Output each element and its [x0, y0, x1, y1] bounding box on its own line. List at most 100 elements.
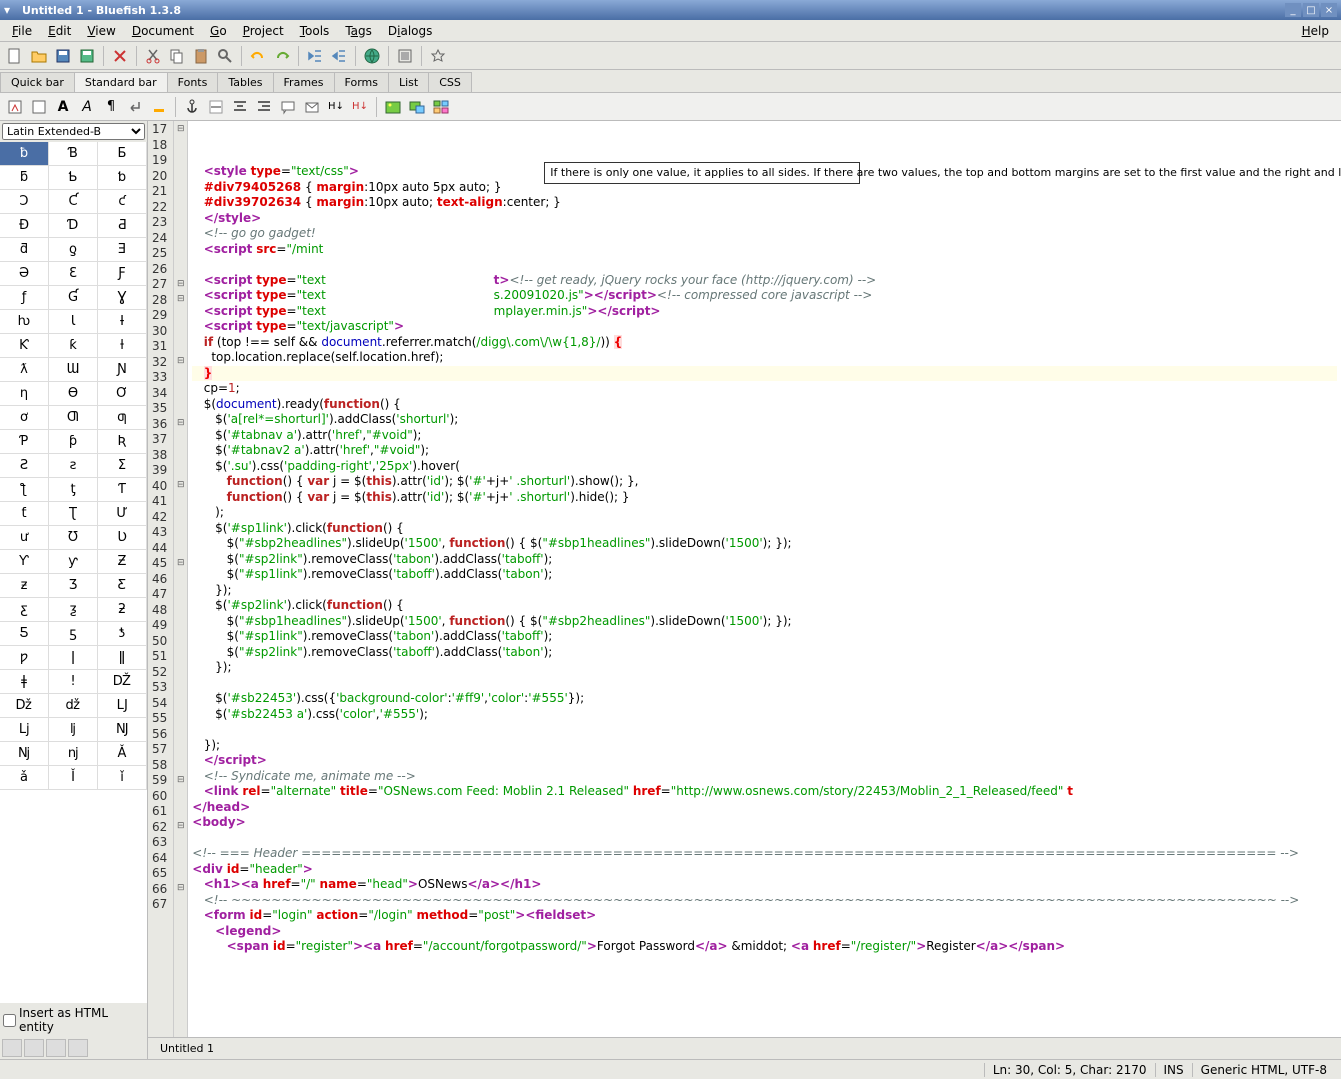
- char-cell[interactable]: Ɲ: [98, 358, 147, 381]
- char-cell[interactable]: ư: [0, 526, 49, 549]
- char-cell[interactable]: ƿ: [0, 646, 49, 669]
- center-icon[interactable]: [229, 96, 251, 118]
- cut-icon[interactable]: [142, 45, 164, 67]
- hrule-icon[interactable]: [205, 96, 227, 118]
- bookmarks-icon[interactable]: [24, 1039, 44, 1057]
- save-icon[interactable]: [52, 45, 74, 67]
- save-as-icon[interactable]: [76, 45, 98, 67]
- new-icon[interactable]: [4, 45, 26, 67]
- char-cell[interactable]: ƣ: [98, 406, 147, 429]
- char-cell[interactable]: ƴ: [49, 550, 98, 573]
- char-cell[interactable]: Ʋ: [98, 526, 147, 549]
- body-icon[interactable]: [28, 96, 50, 118]
- char-cell[interactable]: Ƅ: [49, 166, 98, 189]
- char-cell[interactable]: Ƃ: [98, 142, 147, 165]
- char-cell[interactable]: ƺ: [49, 598, 98, 621]
- menu-dialogs[interactable]: Dialogs: [380, 22, 441, 40]
- charmap-icon[interactable]: [46, 1039, 66, 1057]
- char-cell[interactable]: ƭ: [0, 502, 49, 525]
- find-icon[interactable]: [214, 45, 236, 67]
- tab-forms[interactable]: Forms: [334, 72, 389, 92]
- char-cell[interactable]: Ǉ: [98, 694, 147, 717]
- menu-document[interactable]: Document: [124, 22, 202, 40]
- char-cell[interactable]: Ɨ: [98, 310, 147, 333]
- tab-css[interactable]: CSS: [428, 72, 472, 92]
- char-cell[interactable]: Ơ: [98, 382, 147, 405]
- multi-thumbnail-icon[interactable]: [430, 96, 452, 118]
- char-cell[interactable]: Ɓ: [49, 142, 98, 165]
- char-cell[interactable]: Ʀ: [98, 430, 147, 453]
- char-cell[interactable]: Ƙ: [0, 334, 49, 357]
- menu-tags[interactable]: Tags: [337, 22, 380, 40]
- char-cell[interactable]: Ǝ: [98, 238, 147, 261]
- tab-quick-bar[interactable]: Quick bar: [0, 72, 75, 92]
- menu-go[interactable]: Go: [202, 22, 235, 40]
- snippets-icon[interactable]: [68, 1039, 88, 1057]
- char-cell[interactable]: ƽ: [49, 622, 98, 645]
- char-cell[interactable]: Ǆ: [98, 670, 147, 693]
- char-cell[interactable]: ơ: [0, 406, 49, 429]
- char-cell[interactable]: Ɯ: [49, 358, 98, 381]
- char-cell[interactable]: Ɵ: [49, 382, 98, 405]
- char-cell[interactable]: ƕ: [0, 310, 49, 333]
- char-cell[interactable]: Ɗ: [49, 214, 98, 237]
- char-cell[interactable]: ƛ: [0, 358, 49, 381]
- anchor-icon[interactable]: [181, 96, 203, 118]
- copy-icon[interactable]: [166, 45, 188, 67]
- char-cell[interactable]: ƈ: [98, 190, 147, 213]
- undo-icon[interactable]: [247, 45, 269, 67]
- char-cell[interactable]: ƒ: [0, 286, 49, 309]
- char-cell[interactable]: ƪ: [0, 478, 49, 501]
- fold-column[interactable]: ⊟⊟⊟⊟⊟⊟⊟⊟⊟⊟: [174, 121, 188, 1037]
- char-cell[interactable]: ǆ: [49, 694, 98, 717]
- char-cell[interactable]: Ɖ: [0, 214, 49, 237]
- close-button[interactable]: ×: [1321, 3, 1337, 17]
- char-cell[interactable]: Ʊ: [49, 526, 98, 549]
- char-cell[interactable]: ƻ: [98, 598, 147, 621]
- code-editor[interactable]: If there is only one value, it applies t…: [188, 121, 1341, 1037]
- char-cell[interactable]: Ɣ: [98, 286, 147, 309]
- char-cell[interactable]: ƫ: [49, 478, 98, 501]
- char-cell[interactable]: Ɠ: [49, 286, 98, 309]
- char-cell[interactable]: ƅ: [98, 166, 147, 189]
- charset-select[interactable]: Latin Extended-B: [2, 123, 145, 140]
- quickstart-icon[interactable]: [4, 96, 26, 118]
- char-cell[interactable]: ƞ: [0, 382, 49, 405]
- menu-project[interactable]: Project: [235, 22, 292, 40]
- char-cell[interactable]: Ƽ: [0, 622, 49, 645]
- char-cell[interactable]: ǉ: [49, 718, 98, 741]
- char-cell[interactable]: Ʃ: [98, 454, 147, 477]
- insert-html-entity-checkbox[interactable]: Insert as HTML entity: [0, 1003, 147, 1037]
- char-cell[interactable]: Ƈ: [49, 190, 98, 213]
- char-cell[interactable]: ƾ: [98, 622, 147, 645]
- char-cell[interactable]: ǎ: [0, 766, 49, 789]
- char-cell[interactable]: Ƌ: [98, 214, 147, 237]
- char-cell[interactable]: Ƹ: [98, 574, 147, 597]
- minimize-button[interactable]: _: [1285, 3, 1301, 17]
- char-cell[interactable]: Ə: [0, 262, 49, 285]
- char-cell[interactable]: Ƨ: [0, 454, 49, 477]
- char-cell[interactable]: Ƥ: [0, 430, 49, 453]
- italic-icon[interactable]: A: [76, 96, 98, 118]
- paste-icon[interactable]: [190, 45, 212, 67]
- basefont-icon[interactable]: H↓: [349, 96, 371, 118]
- tab-frames[interactable]: Frames: [273, 72, 335, 92]
- font-icon[interactable]: H↓: [325, 96, 347, 118]
- char-cell[interactable]: ƚ: [98, 334, 147, 357]
- tab-list[interactable]: List: [388, 72, 429, 92]
- bold-icon[interactable]: A: [52, 96, 74, 118]
- char-cell[interactable]: Ɩ: [49, 310, 98, 333]
- char-cell[interactable]: ǋ: [0, 742, 49, 765]
- char-cell[interactable]: Ɛ: [49, 262, 98, 285]
- redo-icon[interactable]: [271, 45, 293, 67]
- tab-tables[interactable]: Tables: [217, 72, 273, 92]
- thumbnail-icon[interactable]: [406, 96, 428, 118]
- menu-help[interactable]: Help: [1294, 22, 1337, 40]
- char-cell[interactable]: Ǌ: [98, 718, 147, 741]
- image-icon[interactable]: [382, 96, 404, 118]
- unindent-icon[interactable]: [304, 45, 326, 67]
- char-cell[interactable]: ǀ: [49, 646, 98, 669]
- char-cell[interactable]: ƙ: [49, 334, 98, 357]
- tab-fonts[interactable]: Fonts: [167, 72, 219, 92]
- char-cell[interactable]: ƃ: [0, 166, 49, 189]
